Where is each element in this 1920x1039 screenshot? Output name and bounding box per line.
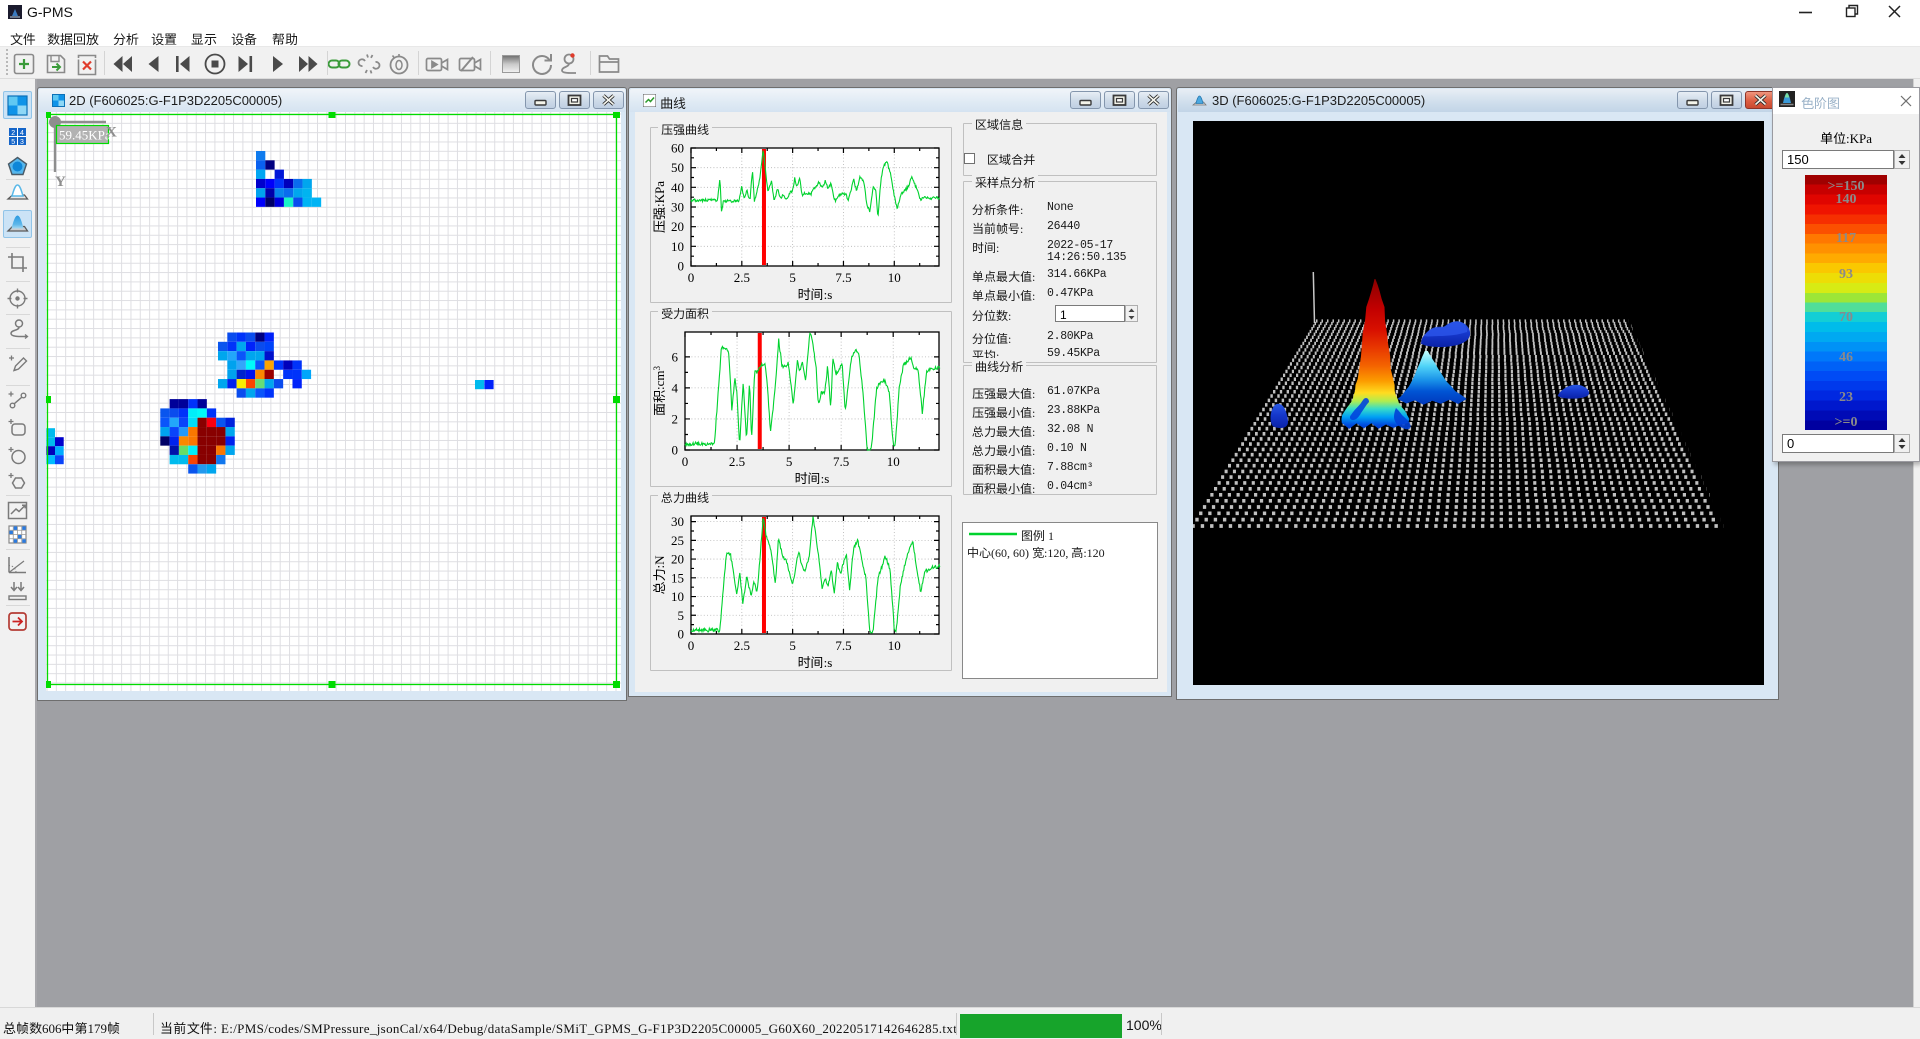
svg-text:4: 4: [672, 380, 679, 395]
svg-text:40: 40: [671, 180, 684, 195]
svg-text:7.5: 7.5: [833, 454, 849, 469]
svg-text:时间:s: 时间:s: [795, 468, 830, 487]
svg-text:2.5: 2.5: [729, 454, 745, 469]
svg-text:5: 5: [789, 270, 796, 285]
svg-text:5: 5: [678, 608, 685, 623]
svg-text:5: 5: [786, 454, 793, 469]
svg-text:10: 10: [888, 270, 901, 285]
svg-text:压强:KPa: 压强:KPa: [650, 181, 668, 233]
svg-text:10: 10: [671, 239, 684, 254]
svg-text:6: 6: [672, 349, 679, 364]
svg-text:Y: Y: [55, 174, 66, 190]
svg-text:0: 0: [688, 270, 695, 285]
svg-text:10: 10: [888, 638, 901, 653]
svg-text:时间:s: 时间:s: [798, 284, 833, 303]
svg-text:59.45KPa: 59.45KPa: [59, 128, 111, 143]
svg-text:2.5: 2.5: [734, 270, 750, 285]
svg-text:30: 30: [671, 514, 684, 529]
svg-text:10: 10: [887, 454, 900, 469]
svg-text:2.5: 2.5: [734, 638, 750, 653]
svg-text:7.5: 7.5: [835, 638, 851, 653]
svg-text:面积:cm3: 面积:cm3: [650, 366, 668, 417]
svg-text:60: 60: [671, 141, 684, 156]
svg-text:7.5: 7.5: [835, 270, 851, 285]
svg-text:0: 0: [682, 454, 689, 469]
svg-text:20: 20: [671, 552, 684, 567]
svg-text:2: 2: [672, 411, 679, 426]
svg-text:4: 4: [20, 130, 24, 137]
svg-text:X: X: [106, 125, 117, 141]
svg-text:5: 5: [789, 638, 796, 653]
svg-text:5: 5: [11, 139, 15, 146]
svg-text:总力:N: 总力:N: [650, 555, 668, 595]
svg-text:15: 15: [671, 570, 684, 585]
svg-text:0: 0: [688, 638, 695, 653]
svg-text:10: 10: [671, 589, 684, 604]
svg-text:50: 50: [671, 160, 684, 175]
svg-text:0: 0: [678, 627, 685, 642]
svg-text:20: 20: [671, 219, 684, 234]
svg-text:30: 30: [671, 200, 684, 215]
svg-text:0: 0: [678, 259, 685, 274]
svg-text:25: 25: [671, 533, 684, 548]
svg-text:3: 3: [20, 139, 24, 146]
svg-text:时间:s: 时间:s: [798, 652, 833, 671]
svg-text:0: 0: [672, 443, 679, 458]
svg-text:2: 2: [11, 130, 15, 137]
